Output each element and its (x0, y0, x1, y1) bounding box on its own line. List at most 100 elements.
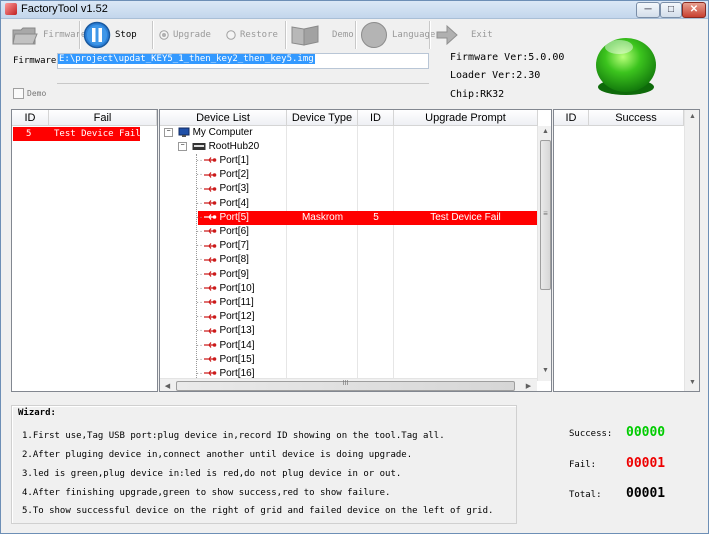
stop-button-label: Stop (115, 30, 137, 40)
port-name: Port[6] (219, 226, 249, 237)
usb-port-icon (203, 214, 216, 221)
port-id (358, 324, 394, 338)
port-type (287, 339, 358, 353)
restore-radio[interactable]: Restore (226, 20, 278, 50)
port-id: 5 (373, 211, 379, 223)
firmware-button[interactable]: Firmware (11, 20, 86, 50)
minimize-button[interactable]: ─ (636, 2, 660, 18)
port-type (287, 268, 358, 282)
port-id (358, 282, 394, 296)
table-row[interactable]: ·· Port[5] (196, 211, 249, 225)
device-header-list[interactable]: Device List (160, 110, 287, 126)
port-id (358, 268, 394, 282)
port-id (358, 310, 394, 324)
exit-button[interactable]: Exit (435, 20, 493, 50)
wizard-panel: Wizard: 1.First use,Tag USB port:plug de… (11, 405, 517, 524)
port-prompt (394, 339, 537, 353)
scroll-up-icon[interactable]: ▲ (685, 113, 699, 120)
device-grid[interactable]: Device List Device Type ID Upgrade Promp… (159, 109, 552, 392)
success-vscroll[interactable]: ▲ ▼ (684, 110, 699, 391)
tree-root-label: My Computer (192, 127, 253, 138)
port-name: Port[3] (219, 183, 249, 195)
table-row[interactable]: ·· Port[3] (196, 182, 249, 196)
port-type (287, 324, 358, 338)
stop-button[interactable]: Stop (83, 20, 137, 50)
port-name: Port[10] (219, 282, 255, 294)
port-name: Port[14] (219, 339, 255, 351)
success-count: 00000 (626, 425, 666, 440)
demo-button[interactable]: Demo (290, 20, 354, 50)
scroll-left-icon[interactable]: ◀ (160, 382, 175, 390)
firmware-path-field[interactable]: E:\project\updat_KEY5_1_then_key2_then_k… (57, 53, 429, 69)
scroll-thumb[interactable]: ≡ (540, 140, 551, 290)
table-row[interactable]: ·· Port[14] (196, 339, 254, 353)
scroll-right-icon[interactable]: ▶ (521, 382, 536, 390)
table-row[interactable]: ·· Port[1] (196, 154, 249, 168)
hscroll-thumb[interactable]: III (176, 380, 515, 391)
scroll-down-icon[interactable]: ▼ (685, 379, 699, 386)
scroll-up-icon[interactable]: ▲ (538, 128, 551, 135)
table-row[interactable]: ·· Port[11] (196, 296, 254, 310)
table-row[interactable]: ·· Port[13] (196, 324, 254, 338)
restore-radio-label: Restore (240, 30, 278, 40)
status-led-icon (596, 38, 656, 95)
radio-icon (226, 30, 236, 40)
tree-hub[interactable]: − RootHub20 (178, 140, 259, 154)
collapse-icon[interactable]: − (164, 127, 173, 137)
usb-port-icon (203, 242, 216, 249)
loader-version: Loader Ver:2.30 (450, 70, 541, 81)
port-name: Port[9] (219, 268, 249, 280)
usb-port-icon (203, 228, 216, 235)
device-hscroll[interactable]: ◀ III ▶ (160, 378, 537, 391)
table-row[interactable]: ·· Port[8] (196, 253, 249, 267)
port-prompt (394, 324, 537, 338)
success-grid[interactable]: ID Success ▲ ▼ (553, 109, 700, 392)
tree-root[interactable]: − My Computer (164, 126, 253, 140)
usb-port-icon (203, 157, 216, 164)
fail-grid[interactable]: ID Fail 5 Test Device Fail (11, 109, 158, 392)
success-count-label: Success: (569, 429, 613, 439)
title-bar[interactable]: FactoryTool v1.52 ─ □ ✕ (1, 1, 708, 19)
demo-checkbox[interactable]: Demo (13, 88, 46, 99)
port-prompt: Test Device Fail (430, 211, 501, 223)
usb-port-icon (203, 200, 216, 206)
device-vscroll[interactable]: ▲ ≡ ▼ (537, 126, 551, 381)
port-prompt (394, 182, 537, 196)
table-row[interactable]: ·· Port[4] (196, 197, 249, 211)
success-header-status[interactable]: Success (589, 110, 684, 126)
fail-header-status[interactable]: Fail (49, 110, 157, 126)
port-name: Port[8] (219, 254, 249, 266)
close-button[interactable]: ✕ (682, 2, 706, 18)
device-header-type[interactable]: Device Type (287, 110, 358, 126)
device-header-prompt[interactable]: Upgrade Prompt (394, 110, 538, 126)
scroll-down-icon[interactable]: ▼ (538, 367, 551, 374)
upgrade-radio-label: Upgrade (173, 30, 211, 40)
usb-port-icon (203, 299, 216, 306)
port-prompt (394, 225, 537, 239)
upgrade-radio[interactable]: Upgrade (159, 20, 211, 50)
globe-icon (361, 22, 387, 48)
language-button[interactable]: Language (360, 20, 435, 50)
table-row[interactable]: ·· Port[2] (196, 168, 249, 182)
port-name: Port[13] (219, 325, 255, 337)
wizard-line-3: 3.led is green,plug device in:led is red… (22, 469, 402, 479)
table-row[interactable]: ·· Port[12] (196, 310, 254, 324)
success-header-id[interactable]: ID (554, 110, 589, 126)
table-row[interactable]: ·· Port[7] (196, 239, 249, 253)
folder-icon (12, 27, 38, 45)
port-type (287, 182, 358, 196)
window-title: FactoryTool v1.52 (21, 3, 108, 15)
device-header-id[interactable]: ID (358, 110, 394, 126)
maximize-button[interactable]: □ (660, 2, 682, 18)
table-row[interactable]: ·· Port[15] (196, 353, 254, 367)
table-row[interactable]: ·· Port[6] (196, 225, 249, 239)
fail-header-id[interactable]: ID (12, 110, 49, 126)
port-id (358, 182, 394, 196)
total-count-label: Total: (569, 490, 602, 500)
table-row[interactable]: ·· Port[10] (196, 282, 254, 296)
usb-port-icon (203, 356, 216, 363)
collapse-icon[interactable]: − (178, 141, 187, 151)
demo-icon (291, 25, 319, 46)
table-row[interactable]: ·· Port[9] (196, 268, 249, 282)
usb-port-icon (203, 171, 216, 178)
